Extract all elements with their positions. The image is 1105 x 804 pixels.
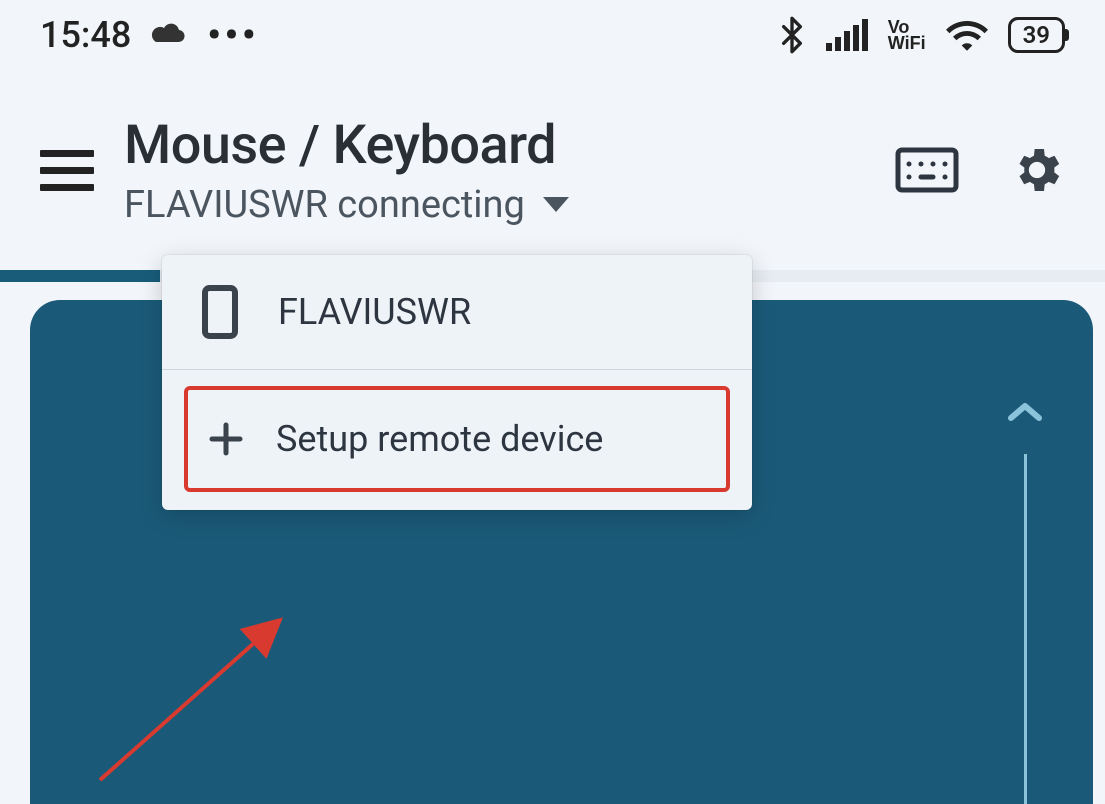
gear-icon[interactable] [1009, 142, 1065, 198]
app-header: Mouse / Keyboard FLAVIUSWR connecting [0, 70, 1105, 270]
bluetooth-icon [778, 15, 806, 55]
setup-remote-device-item[interactable]: Setup remote device [188, 390, 726, 488]
status-left: 15:48 ••• [40, 14, 259, 56]
scroll-rail[interactable] [1005, 400, 1045, 804]
phone-icon [202, 285, 238, 339]
title-block: Mouse / Keyboard FLAVIUSWR connecting [124, 114, 865, 227]
annotation-highlight-box: Setup remote device [184, 386, 730, 492]
setup-item-label: Setup remote device [276, 418, 603, 460]
keyboard-icon[interactable] [895, 147, 959, 193]
cloud-icon [149, 22, 189, 48]
battery-indicator: 39 [1008, 17, 1065, 53]
status-right: VoWiFi 39 [778, 15, 1065, 55]
scroll-line [1024, 454, 1027, 804]
battery-level: 39 [1023, 21, 1050, 49]
menu-button[interactable] [40, 150, 94, 191]
device-dropdown: FLAVIUSWR Setup remote device [162, 255, 752, 510]
connection-dropdown-trigger[interactable]: FLAVIUSWR connecting [124, 183, 865, 227]
device-item[interactable]: FLAVIUSWR [162, 255, 752, 369]
device-item-label: FLAVIUSWR [278, 291, 471, 333]
clock-time: 15:48 [40, 14, 131, 56]
plus-icon [206, 419, 246, 459]
tab-indicator-fill [0, 270, 160, 282]
wifi-icon [946, 19, 988, 51]
signal-icon [826, 19, 868, 51]
dropdown-separator [162, 369, 752, 370]
more-dots-icon: ••• [207, 14, 259, 56]
connection-status-label: FLAVIUSWR connecting [124, 183, 525, 227]
page-title: Mouse / Keyboard [124, 114, 865, 177]
status-bar: 15:48 ••• VoWiFi 39 [0, 0, 1105, 70]
chevron-down-icon [543, 197, 569, 212]
chevron-up-icon [1005, 400, 1045, 424]
vowifi-icon: VoWiFi [888, 19, 926, 51]
